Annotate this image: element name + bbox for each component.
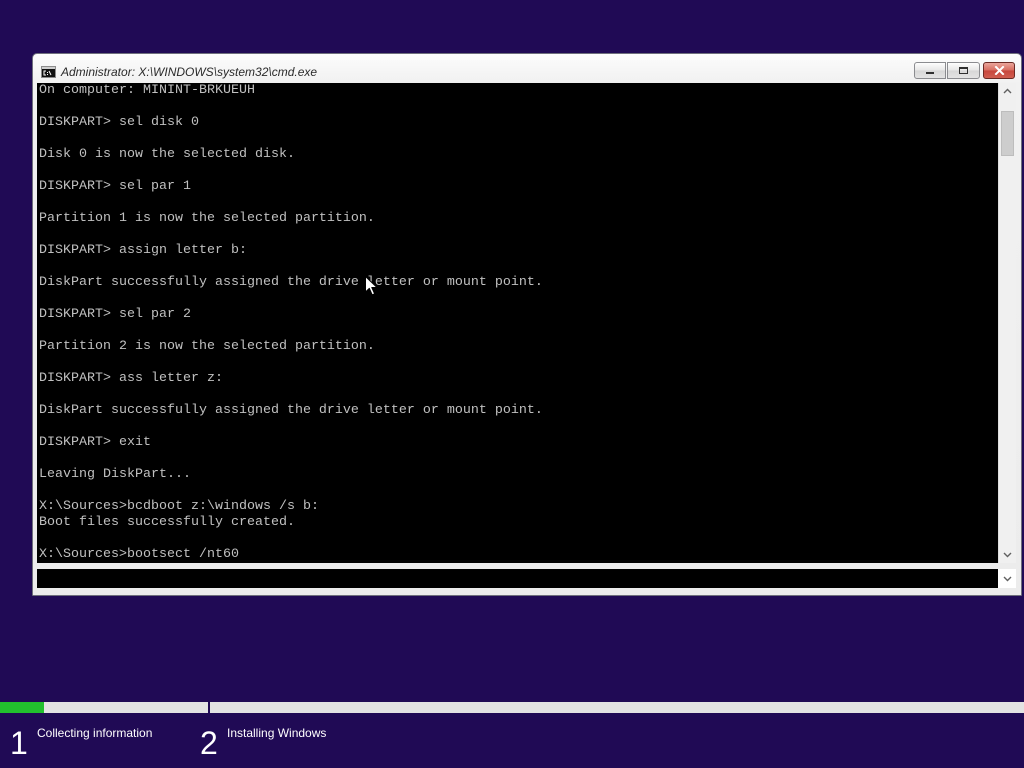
- console-line: X:\Sources>bootsect /nt60: [39, 547, 239, 562]
- progress-fill: [0, 702, 44, 713]
- console-line: DiskPart successfully assigned the drive…: [39, 275, 543, 290]
- step-label-installing-windows: Installing Windows: [227, 726, 327, 740]
- close-icon: [994, 66, 1004, 75]
- minimize-icon: [926, 71, 934, 74]
- console-line: X:\Sources>bcdboot z:\windows /s b:: [39, 499, 319, 514]
- cmd-icon[interactable]: [41, 66, 56, 78]
- lower-scroll-down-button[interactable]: [998, 569, 1016, 588]
- console-line: DISKPART> ass letter z:: [39, 371, 223, 386]
- progress-segment-collecting-information: [0, 702, 208, 713]
- console-line: DISKPART> sel disk 0: [39, 115, 199, 130]
- maximize-icon: [959, 67, 968, 74]
- minimize-button[interactable]: [914, 62, 946, 79]
- cmd-window: Administrator: X:\WINDOWS\system32\cmd.e…: [32, 53, 1022, 596]
- console-line: DISKPART> sel par 2: [39, 307, 191, 322]
- step-number: 2: [200, 725, 218, 761]
- console-line: On computer: MININT-BRKUEUH: [39, 83, 255, 98]
- console-line: Disk 0 is now the selected disk.: [39, 147, 295, 162]
- title-bar[interactable]: Administrator: X:\WINDOWS\system32\cmd.e…: [33, 54, 1021, 83]
- console-line: Boot files successfully created.: [39, 515, 295, 530]
- scroll-up-button[interactable]: [999, 83, 1016, 99]
- console-line: Partition 1 is now the selected partitio…: [39, 211, 375, 226]
- chevron-down-icon: [1003, 576, 1011, 581]
- scrollbar-track[interactable]: [999, 99, 1016, 547]
- setup-progress-bar: [0, 702, 1024, 713]
- console-line: DISKPART> assign letter b:: [39, 243, 247, 258]
- console-line: Leaving DiskPart...: [39, 467, 191, 482]
- console-line: DISKPART> exit: [39, 435, 151, 450]
- maximize-button[interactable]: [947, 62, 980, 79]
- console-line: Partition 2 is now the selected partitio…: [39, 339, 375, 354]
- close-button[interactable]: [983, 62, 1015, 79]
- arrow-cursor-icon: [365, 276, 378, 296]
- scroll-down-button[interactable]: [999, 547, 1016, 563]
- console-output[interactable]: On computer: MININT-BRKUEUH DISKPART> se…: [37, 83, 998, 563]
- console-lower-pane[interactable]: [37, 569, 998, 588]
- vertical-scrollbar[interactable]: [998, 83, 1016, 563]
- console-line: DiskPart successfully assigned the drive…: [39, 403, 543, 418]
- window-title: Administrator: X:\WINDOWS\system32\cmd.e…: [61, 65, 318, 79]
- scrollbar-thumb[interactable]: [1001, 111, 1014, 156]
- chevron-up-icon: [1003, 88, 1012, 94]
- step-number: 1: [10, 725, 28, 761]
- step-label-collecting-information: Collecting information: [37, 726, 153, 740]
- progress-segment-installing-windows: [210, 702, 1024, 713]
- chevron-down-icon: [1003, 552, 1012, 558]
- console-line: DISKPART> sel par 1: [39, 179, 191, 194]
